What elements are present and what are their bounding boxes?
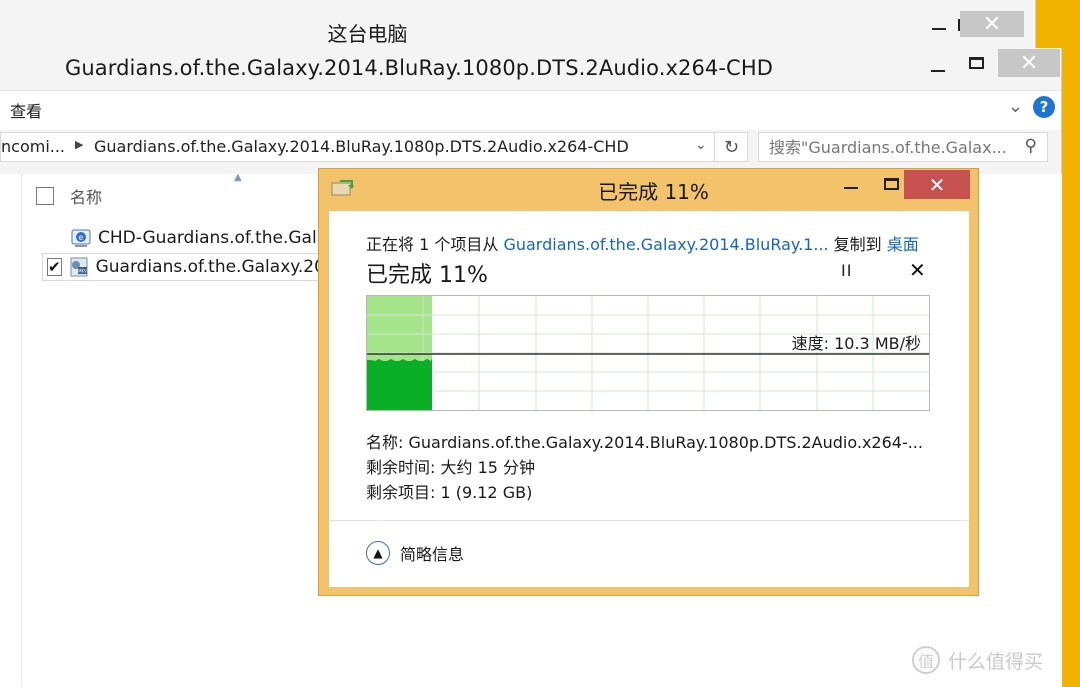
explorer-title: Guardians.of.the.Galaxy.2014.BluRay.1080… [65, 56, 773, 80]
back-close-button[interactable]: ✕ [960, 11, 1024, 37]
video-file-icon: MKV [70, 257, 88, 277]
breadcrumb-previous[interactable]: ncomi... [1, 137, 65, 156]
speed-label: 速度: 10.3 MB/秒 [791, 334, 921, 353]
pause-button[interactable]: II [841, 261, 852, 280]
watermark-logo: 值 [912, 646, 940, 674]
breadcrumb-current[interactable]: Guardians.of.the.Galaxy.2014.BluRay.1080… [94, 137, 629, 156]
copy-status-line: 正在将 1 个项目从 Guardians.of.the.Galaxy.2014.… [366, 231, 919, 255]
details-label: 简略信息 [400, 545, 465, 564]
copy-progress-dialog: 已完成 11% ✕ 正在将 1 个项目从 Guardians.of.the.Ga… [318, 168, 979, 596]
status-middle: 复制到 [828, 235, 887, 254]
close-icon: ✕ [1019, 50, 1039, 76]
cancel-button[interactable]: ✕ [909, 258, 926, 282]
dialog-minimize-button[interactable] [831, 171, 871, 197]
address-dropdown-icon[interactable]: ⌄ [695, 137, 707, 153]
help-icon[interactable]: ? [1033, 96, 1055, 118]
column-name-label: 名称 [70, 188, 103, 207]
svg-text:e: e [79, 233, 84, 242]
select-all-checkbox[interactable] [36, 187, 54, 205]
search-box[interactable]: ⚲ [758, 132, 1048, 162]
progress-heading: 已完成 11% [366, 263, 488, 288]
column-header-name[interactable]: 名称 [36, 184, 102, 208]
chevron-down-icon[interactable]: ⌄ [1008, 96, 1023, 117]
sort-ascending-icon: ▲ [234, 172, 242, 183]
destination-link[interactable]: 桌面 [887, 235, 919, 254]
explorer-close-button[interactable]: ✕ [998, 49, 1060, 77]
dialog-body: 正在将 1 个项目从 Guardians.of.the.Galaxy.2014.… [329, 211, 969, 587]
speed-area [367, 358, 432, 410]
list-item[interactable]: e CHD-Guardians.of.the.Gala [42, 224, 322, 252]
back-maximize-button[interactable] [916, 12, 962, 38]
search-input[interactable] [759, 133, 1013, 161]
items-remaining: 剩余项目: 1 (9.12 GB) [366, 483, 533, 502]
maximize-icon [968, 57, 984, 69]
address-bar[interactable]: ncomi... ▶ Guardians.of.the.Galaxy.2014.… [0, 132, 748, 162]
minimize-icon [931, 70, 945, 72]
chevron-up-icon: ▲ [366, 541, 390, 565]
divider [329, 520, 969, 521]
breadcrumb-arrow-icon[interactable]: ▶ [75, 138, 83, 151]
minimize-icon [844, 187, 858, 189]
list-item[interactable]: ✔ MKV Guardians.of.the.Galaxy.201 [42, 253, 322, 281]
file-checkbox[interactable]: ✔ [47, 258, 62, 276]
close-icon: ✕ [928, 172, 946, 197]
navigation-pane [0, 174, 22, 687]
file-name: CHD-Guardians.of.the.Gala [98, 228, 322, 248]
speed-graph: 速度: 10.3 MB/秒 [366, 295, 930, 411]
source-link[interactable]: Guardians.of.the.Galaxy.2014.BluRay.1... [503, 235, 828, 254]
file-name: Guardians.of.the.Galaxy.201 [95, 257, 322, 277]
watermark-text: 什么值得买 [948, 650, 1044, 673]
dialog-close-button[interactable]: ✕ [904, 170, 970, 199]
url-shortcut-icon: e [71, 229, 91, 247]
time-remaining: 剩余时间: 大约 15 分钟 [366, 458, 536, 477]
refresh-icon[interactable]: ↻ [714, 133, 748, 161]
maximize-icon [883, 178, 899, 190]
explorer-maximize-button[interactable] [954, 50, 998, 76]
svg-text:MKV: MKV [78, 269, 87, 274]
search-icon[interactable]: ⚲ [1025, 136, 1037, 156]
file-name-line: 名称: Guardians.of.the.Galaxy.2014.BluRay.… [366, 433, 923, 452]
status-prefix: 正在将 1 个项目从 [366, 235, 504, 254]
ribbon-menubar: 查看 ⌄ ? [0, 90, 1061, 130]
menu-view[interactable]: 查看 [10, 98, 42, 122]
close-icon: ✕ [982, 11, 1002, 37]
watermark: 值 什么值得买 [912, 646, 1043, 674]
fewer-details-toggle[interactable]: ▲ 简略信息 [366, 541, 464, 565]
back-window-title: 这台电脑 [327, 22, 408, 46]
